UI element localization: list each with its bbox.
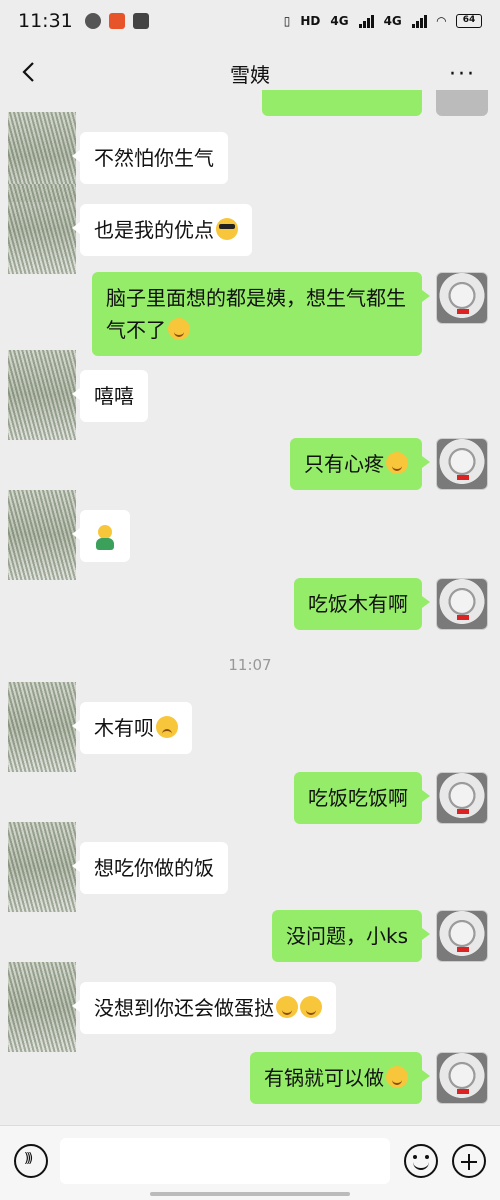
status-right: ▯ HD 4G 4G ◠ 64 (284, 14, 482, 28)
message-bubble[interactable]: 不然怕你生气 (72, 132, 228, 184)
message-text: 也是我的优点 (94, 218, 214, 242)
smile-emoji-icon (300, 996, 322, 1018)
friend-avatar[interactable] (8, 962, 76, 1052)
message-bubble[interactable]: 吃饭木有啊 (294, 578, 430, 630)
friend-avatar[interactable] (8, 350, 76, 440)
self-avatar[interactable] (436, 772, 488, 824)
frown-emoji-icon (156, 716, 178, 738)
back-icon[interactable] (18, 60, 42, 84)
voice-input-icon[interactable] (14, 1144, 48, 1178)
message-bubble[interactable]: 只有心疼 (290, 438, 430, 490)
message-input[interactable] (60, 1138, 390, 1184)
message-bubble[interactable]: 木有呗 (72, 702, 192, 754)
message-bubble[interactable]: 有锅就可以做 (250, 1052, 430, 1104)
message-text: 嘻嘻 (94, 384, 134, 408)
message-text: 有锅就可以做 (264, 1066, 384, 1090)
signal-icon (411, 14, 427, 28)
network-label: 4G (330, 14, 349, 28)
battery-icon: 64 (456, 14, 482, 28)
message-text: 想吃你做的饭 (94, 856, 214, 880)
status-left: 11:31 (18, 10, 149, 32)
app-notification-icon (84, 13, 101, 29)
message-text: 不然怕你生气 (94, 146, 214, 170)
wifi-icon: ◠ (436, 14, 446, 28)
input-bar (0, 1125, 500, 1200)
friend-avatar[interactable] (8, 682, 76, 772)
smile-emoji-icon (276, 996, 298, 1018)
message-text: 吃饭吃饭啊 (308, 786, 408, 810)
chat-header: 雪姨 ··· (0, 42, 500, 104)
message-bubble[interactable]: 想吃你做的饭 (72, 842, 228, 894)
friend-avatar[interactable] (8, 184, 76, 274)
self-avatar[interactable] (436, 272, 488, 324)
message-bubble[interactable]: 嘻嘻 (72, 370, 148, 422)
message-bubble[interactable]: 吃饭吃饭啊 (294, 772, 430, 824)
home-indicator (150, 1192, 350, 1196)
self-avatar[interactable] (436, 438, 488, 490)
emoji-icon[interactable] (404, 1144, 438, 1178)
sticker-icon (94, 524, 116, 551)
vibrate-icon: ▯ (283, 14, 291, 28)
more-actions-icon[interactable] (452, 1144, 486, 1178)
signal-icon (358, 14, 374, 28)
message-bubble[interactable]: 没问题，小ks (271, 910, 431, 962)
app-notification-icon (132, 13, 149, 29)
message-bubble[interactable] (72, 510, 130, 562)
message-text: 木有呗 (94, 716, 154, 740)
message-text: 只有心疼 (304, 452, 384, 476)
message-bubble[interactable]: 脑子里面想的都是姨，想生气都生气不了 (92, 272, 430, 356)
message-text: 没问题，小ks (285, 924, 408, 948)
status-bar: 11:31 ▯ HD 4G 4G ◠ 64 (0, 0, 500, 42)
thinking-emoji-icon (386, 1066, 408, 1088)
self-avatar[interactable] (436, 910, 488, 962)
message-bubble[interactable]: 也是我的优点 (72, 204, 252, 256)
crying-laughing-emoji-icon (386, 452, 408, 474)
self-avatar (436, 90, 488, 116)
smile-emoji-icon (168, 318, 190, 340)
status-time: 11:31 (18, 10, 73, 32)
message-text: 吃饭木有啊 (308, 592, 408, 616)
cool-emoji-icon (216, 218, 238, 240)
message-text: 没想到你还会做蛋挞 (94, 996, 274, 1020)
friend-avatar[interactable] (8, 822, 76, 912)
message-timestamp: 11:07 (228, 656, 272, 674)
more-options-icon[interactable]: ··· (449, 62, 476, 87)
message-text: 脑子里面想的都是姨，想生气都生气不了 (106, 286, 406, 342)
self-avatar[interactable] (436, 1052, 488, 1104)
friend-avatar[interactable] (8, 490, 76, 580)
hd-label: HD (300, 14, 321, 28)
app-notification-icon (108, 13, 125, 29)
chat-title: 雪姨 (230, 62, 270, 87)
previous-message-bubble (262, 90, 422, 116)
self-avatar[interactable] (436, 578, 488, 630)
message-bubble[interactable]: 没想到你还会做蛋挞 (72, 982, 336, 1034)
network-label: 4G (383, 14, 402, 28)
